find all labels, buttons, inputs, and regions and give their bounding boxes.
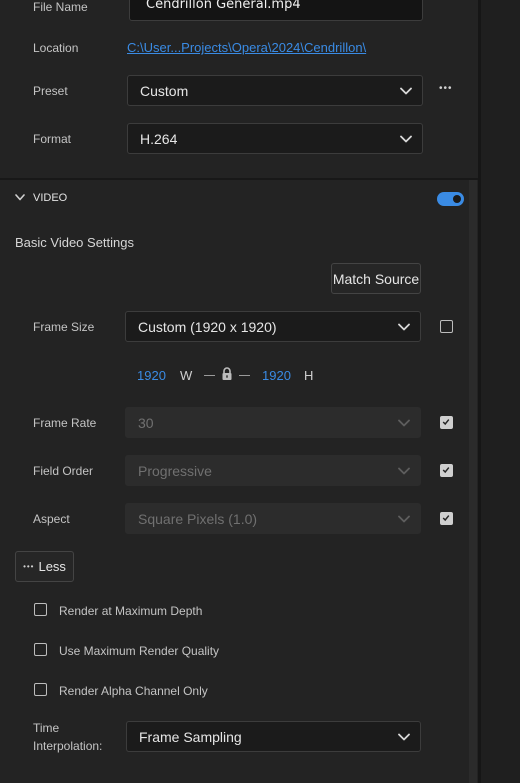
frame-rate-select: 30 bbox=[125, 407, 421, 438]
location-label: Location bbox=[33, 41, 79, 55]
frame-size-value: Custom (1920 x 1920) bbox=[138, 318, 277, 335]
link-line-right bbox=[239, 375, 250, 376]
file-name-value: Cendrillon General.mp4 bbox=[146, 0, 301, 12]
basic-video-settings-title: Basic Video Settings bbox=[15, 235, 134, 250]
aspect-value: Square Pixels (1.0) bbox=[138, 510, 258, 527]
file-name-input[interactable]: Cendrillon General.mp4 bbox=[129, 0, 423, 21]
format-value: H.264 bbox=[140, 130, 178, 147]
render-max-depth-checkbox[interactable] bbox=[34, 603, 47, 616]
alpha-channel-only-checkbox[interactable] bbox=[34, 683, 47, 696]
checkmark-icon bbox=[442, 515, 450, 522]
more-options-button[interactable]: ••• bbox=[439, 83, 453, 94]
chevron-down-icon bbox=[398, 323, 410, 330]
chevron-down-icon bbox=[400, 135, 412, 142]
checkmark-icon bbox=[442, 419, 450, 426]
format-select[interactable]: H.264 bbox=[127, 123, 423, 154]
frame-size-select[interactable]: Custom (1920 x 1920) bbox=[125, 311, 421, 342]
video-section-title: VIDEO bbox=[33, 192, 68, 204]
max-render-quality-checkbox[interactable] bbox=[34, 643, 47, 656]
link-line-left bbox=[204, 375, 215, 376]
match-source-label: Match Source bbox=[332, 270, 420, 287]
time-interpolation-label-line1: Time bbox=[33, 721, 60, 735]
aspect-label: Aspect bbox=[33, 512, 70, 526]
match-source-button[interactable]: Match Source bbox=[331, 263, 421, 294]
frame-size-checkbox[interactable] bbox=[440, 320, 453, 333]
field-order-checkbox[interactable] bbox=[440, 464, 453, 477]
less-label: Less bbox=[38, 559, 66, 574]
preset-label: Preset bbox=[33, 84, 68, 98]
more-dots-icon: ••• bbox=[23, 562, 35, 571]
less-button[interactable]: ••• Less bbox=[15, 551, 74, 582]
aspect-select: Square Pixels (1.0) bbox=[125, 503, 421, 534]
width-input[interactable]: 1920 bbox=[137, 368, 166, 383]
chevron-down-icon bbox=[398, 467, 410, 474]
format-label: Format bbox=[33, 132, 72, 146]
checkmark-icon bbox=[442, 467, 450, 474]
frame-rate-checkbox[interactable] bbox=[440, 416, 453, 429]
alpha-channel-only-label: Render Alpha Channel Only bbox=[59, 684, 208, 698]
aspect-checkbox[interactable] bbox=[440, 512, 453, 525]
toggle-knob bbox=[453, 195, 461, 203]
frame-rate-value: 30 bbox=[138, 414, 154, 431]
chevron-down-icon bbox=[398, 515, 410, 522]
chevron-down-icon bbox=[400, 87, 412, 94]
width-unit: W bbox=[180, 368, 193, 383]
field-order-label: Field Order bbox=[33, 464, 94, 478]
field-order-select: Progressive bbox=[125, 455, 421, 486]
collapse-chevron-icon[interactable] bbox=[15, 194, 25, 201]
frame-rate-label: Frame Rate bbox=[33, 416, 97, 430]
lock-icon[interactable] bbox=[221, 367, 233, 381]
video-toggle[interactable] bbox=[437, 192, 464, 206]
time-interpolation-label-line2: Interpolation: bbox=[33, 739, 103, 753]
height-input[interactable]: 1920 bbox=[262, 368, 291, 383]
right-gutter bbox=[481, 0, 520, 783]
chevron-down-icon bbox=[398, 733, 410, 740]
section-divider bbox=[0, 178, 478, 180]
preset-value: Custom bbox=[140, 82, 189, 99]
time-interpolation-value: Frame Sampling bbox=[139, 728, 242, 745]
field-order-value: Progressive bbox=[138, 462, 212, 479]
height-unit: H bbox=[304, 368, 314, 383]
chevron-down-icon bbox=[398, 419, 410, 426]
location-link[interactable]: C:\User...Projects\Opera\2024\Cendrillon… bbox=[127, 40, 366, 55]
scrollbar-track[interactable] bbox=[469, 180, 477, 783]
render-max-depth-label: Render at Maximum Depth bbox=[59, 604, 203, 618]
max-render-quality-label: Use Maximum Render Quality bbox=[59, 644, 220, 658]
file-name-label: File Name bbox=[33, 0, 88, 14]
time-interpolation-select[interactable]: Frame Sampling bbox=[126, 721, 421, 752]
frame-size-label: Frame Size bbox=[33, 320, 95, 334]
preset-select[interactable]: Custom bbox=[127, 75, 423, 106]
